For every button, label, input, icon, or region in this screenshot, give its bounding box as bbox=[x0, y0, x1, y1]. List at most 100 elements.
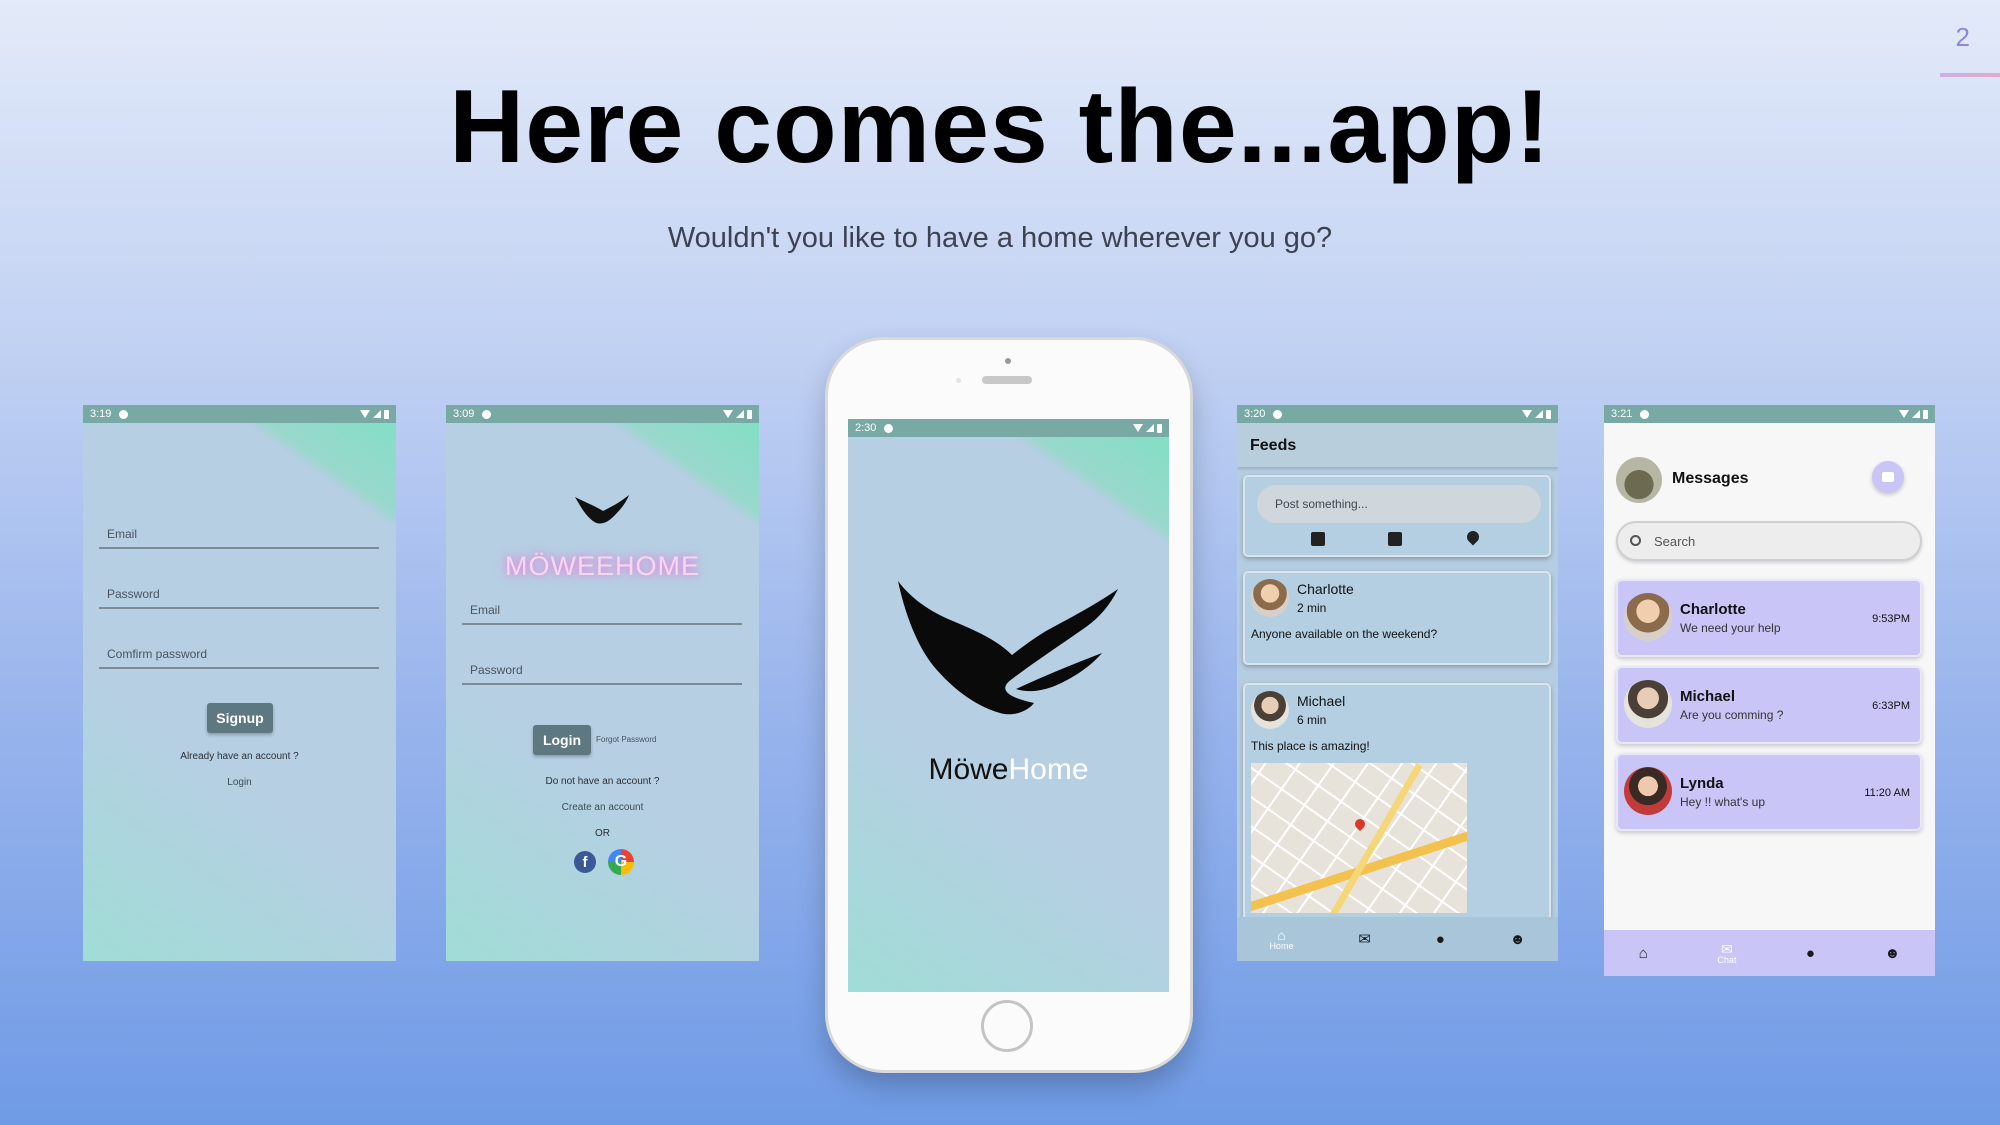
facebook-login-icon[interactable]: f bbox=[574, 851, 596, 873]
page-title: Feeds bbox=[1250, 437, 1297, 454]
user-avatar[interactable] bbox=[1616, 457, 1662, 503]
password-field[interactable]: Password bbox=[462, 663, 742, 685]
conversation-name: Michael bbox=[1680, 688, 1736, 705]
bird-logo-icon bbox=[575, 495, 629, 524]
profile-icon[interactable]: ☻ bbox=[1884, 946, 1900, 961]
post-author: Michael bbox=[1297, 693, 1346, 709]
post-composer: Post something... bbox=[1243, 475, 1551, 557]
status-bar: 2:30 bbox=[848, 419, 1169, 437]
bell-icon[interactable]: ● bbox=[1436, 932, 1445, 947]
splash-screen: 2:30 MöweHome bbox=[848, 419, 1169, 992]
conversation-item[interactable]: Michael Are you comming ? 6:33PM bbox=[1616, 666, 1922, 744]
phone-camera bbox=[1005, 358, 1011, 364]
post-input[interactable]: Post something... bbox=[1257, 485, 1541, 523]
no-account-text: Do not have an account ? bbox=[545, 776, 660, 787]
conversation-time: 9:53PM bbox=[1872, 613, 1910, 625]
slide-subtitle: Wouldn't you like to have a home whereve… bbox=[667, 222, 1333, 254]
conversation-item[interactable]: Charlotte We need your help 9:53PM bbox=[1616, 579, 1922, 657]
post-card[interactable]: Michael 6 min This place is amazing! bbox=[1243, 683, 1551, 943]
post-placeholder: Post something... bbox=[1275, 497, 1368, 511]
slide-title: Here comes the...app! bbox=[449, 69, 1551, 185]
conversation-item[interactable]: Lynda Hey !! what's up 11:20 AM bbox=[1616, 753, 1922, 831]
battery-icon bbox=[1923, 409, 1928, 419]
post-time: 6 min bbox=[1297, 713, 1327, 727]
login-button[interactable]: Login bbox=[533, 725, 591, 755]
login-link[interactable]: Login bbox=[83, 777, 396, 788]
chat-icon: ✉ bbox=[1720, 940, 1733, 957]
brand-part-1: Möwe bbox=[928, 753, 1009, 786]
phone-home-button[interactable] bbox=[981, 1000, 1033, 1052]
battery-icon bbox=[747, 409, 752, 419]
splash-wordmark: MöweHome bbox=[848, 753, 1169, 787]
phone-sensor bbox=[956, 378, 961, 383]
status-time: 2:30 bbox=[855, 422, 877, 434]
google-letter: G bbox=[614, 853, 628, 870]
map-road bbox=[1326, 763, 1423, 913]
nav-chat[interactable]: ✉ Chat bbox=[1717, 942, 1736, 965]
nav-home[interactable]: ⌂ Home bbox=[1269, 928, 1293, 951]
feeds-screen: 3:20 Feeds Post something... Charlotte 2… bbox=[1237, 405, 1558, 961]
location-pin-icon[interactable] bbox=[1464, 528, 1482, 546]
status-time: 3:21 bbox=[1611, 408, 1633, 420]
google-login-icon[interactable]: G bbox=[608, 849, 634, 875]
new-message-button[interactable] bbox=[1872, 461, 1904, 493]
search-input[interactable]: Search bbox=[1616, 521, 1922, 561]
profile-icon[interactable]: ☻ bbox=[1510, 932, 1526, 947]
search-placeholder: Search bbox=[1654, 534, 1696, 549]
search-icon bbox=[1630, 535, 1641, 546]
conversation-time: 11:20 AM bbox=[1864, 787, 1910, 799]
home-icon[interactable]: ⌂ bbox=[1639, 946, 1648, 961]
confirm-password-field[interactable]: Comfirm password bbox=[99, 647, 379, 669]
facebook-letter: f bbox=[582, 854, 588, 871]
bottom-nav: ⌂ Home ✉ ● ☻ bbox=[1237, 917, 1558, 961]
nav-chat-label: Chat bbox=[1717, 954, 1737, 965]
avatar bbox=[1251, 691, 1289, 729]
password-label: Password bbox=[470, 663, 523, 677]
image-icon[interactable] bbox=[1388, 532, 1402, 546]
bell-icon[interactable]: ● bbox=[1806, 946, 1815, 961]
wifi-icon bbox=[360, 410, 370, 418]
conversation-name: Charlotte bbox=[1680, 601, 1746, 618]
avatar bbox=[1624, 767, 1672, 815]
status-time: 3:19 bbox=[90, 408, 112, 420]
post-card[interactable]: Charlotte 2 min Anyone available on the … bbox=[1243, 571, 1551, 665]
phone-mockup: 2:30 MöweHome bbox=[828, 340, 1190, 1070]
brand-part-2: Home bbox=[1008, 753, 1089, 786]
email-label: Email bbox=[107, 527, 138, 541]
signal-icon bbox=[373, 410, 381, 418]
create-account-link[interactable]: Create an account bbox=[446, 802, 759, 813]
status-time: 3:20 bbox=[1244, 408, 1266, 420]
chat-icon[interactable]: ✉ bbox=[1358, 932, 1371, 947]
map-image[interactable] bbox=[1251, 763, 1467, 913]
settings-icon bbox=[884, 423, 894, 433]
video-icon[interactable] bbox=[1311, 532, 1325, 546]
email-field[interactable]: Email bbox=[462, 603, 742, 625]
password-field[interactable]: Password bbox=[99, 587, 379, 609]
status-bar: 3:09 bbox=[446, 405, 759, 423]
post-author: Charlotte bbox=[1297, 581, 1354, 597]
password-label: Password bbox=[107, 587, 160, 601]
settings-icon bbox=[482, 409, 492, 419]
status-bar: 3:19 bbox=[83, 405, 396, 423]
post-text: Anyone available on the weekend? bbox=[1251, 627, 1438, 641]
or-divider: OR bbox=[595, 828, 610, 839]
page-title: Messages bbox=[1672, 470, 1749, 487]
status-bar: 3:21 bbox=[1604, 405, 1935, 423]
status-time: 3:09 bbox=[453, 408, 475, 420]
conversation-time: 6:33PM bbox=[1872, 700, 1910, 712]
home-icon: ⌂ bbox=[1277, 926, 1286, 943]
forgot-password-link[interactable]: Forgot Password bbox=[596, 735, 656, 744]
confirm-password-label: Comfirm password bbox=[107, 647, 208, 661]
signup-screen: 3:19 Email Password Comfirm password Sig… bbox=[83, 405, 396, 961]
signup-button[interactable]: Signup bbox=[207, 703, 273, 733]
post-time: 2 min bbox=[1297, 601, 1327, 615]
signal-icon bbox=[1146, 424, 1154, 432]
conversation-preview: Hey !! what's up bbox=[1680, 795, 1765, 809]
settings-icon bbox=[1273, 409, 1283, 419]
status-bar: 3:20 bbox=[1237, 405, 1558, 423]
bottom-nav: ⌂ ✉ Chat ● ☻ bbox=[1604, 930, 1935, 976]
brand-wordmark: MÖWEEHOME bbox=[505, 551, 700, 581]
email-field[interactable]: Email bbox=[99, 527, 379, 549]
signal-icon bbox=[1535, 410, 1543, 418]
settings-icon bbox=[119, 409, 129, 419]
